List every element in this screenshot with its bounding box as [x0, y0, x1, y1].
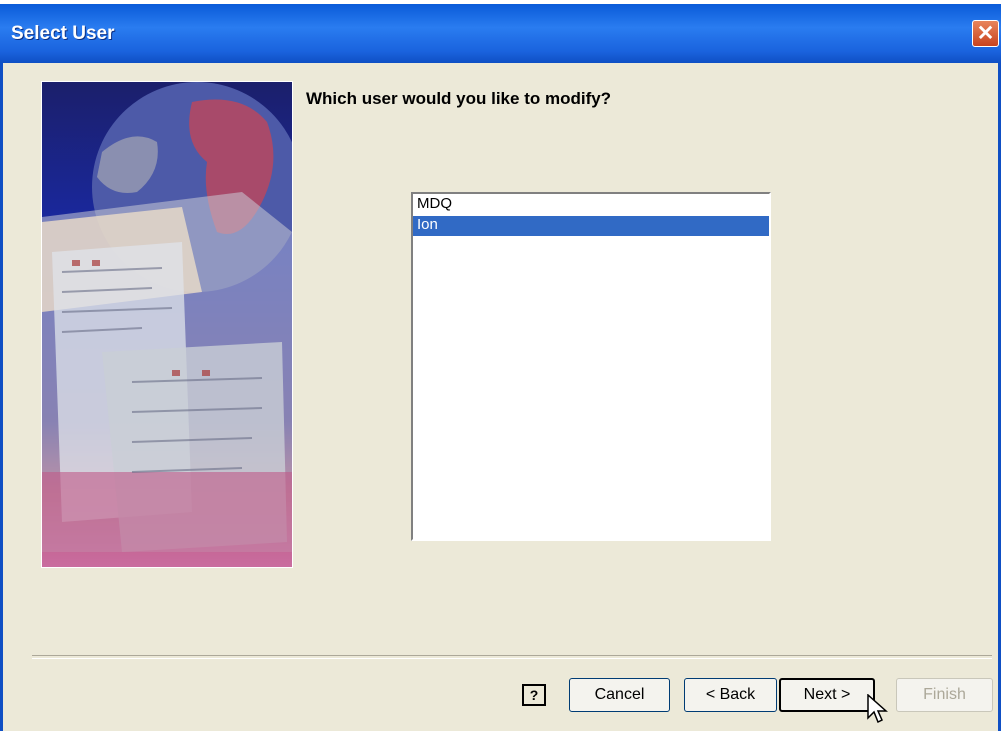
mouse-pointer-icon [867, 694, 888, 724]
close-icon: ✕ [976, 22, 995, 45]
globe-screens-illustration [42, 82, 292, 567]
user-listbox[interactable]: MDQ Ion [411, 192, 771, 541]
title-bar[interactable]: Select User ✕ [0, 4, 1001, 63]
finish-button[interactable]: Finish [896, 678, 993, 712]
dialog-body: Which user would you like to modify? MDQ… [0, 63, 1001, 731]
button-separator [32, 655, 992, 659]
next-button[interactable]: Next > [779, 678, 875, 712]
prompt-heading: Which user would you like to modify? [306, 89, 612, 108]
help-button[interactable]: ? [522, 684, 546, 706]
list-item-mdq[interactable]: MDQ [413, 195, 769, 215]
close-button[interactable]: ✕ [972, 20, 999, 47]
window-title: Select User [11, 23, 115, 44]
back-button[interactable]: < Back [684, 678, 777, 712]
list-item-ion[interactable]: Ion [413, 216, 769, 236]
cancel-button[interactable]: Cancel [569, 678, 670, 712]
help-icon: ? [529, 687, 539, 703]
wizard-banner-image [41, 81, 293, 568]
